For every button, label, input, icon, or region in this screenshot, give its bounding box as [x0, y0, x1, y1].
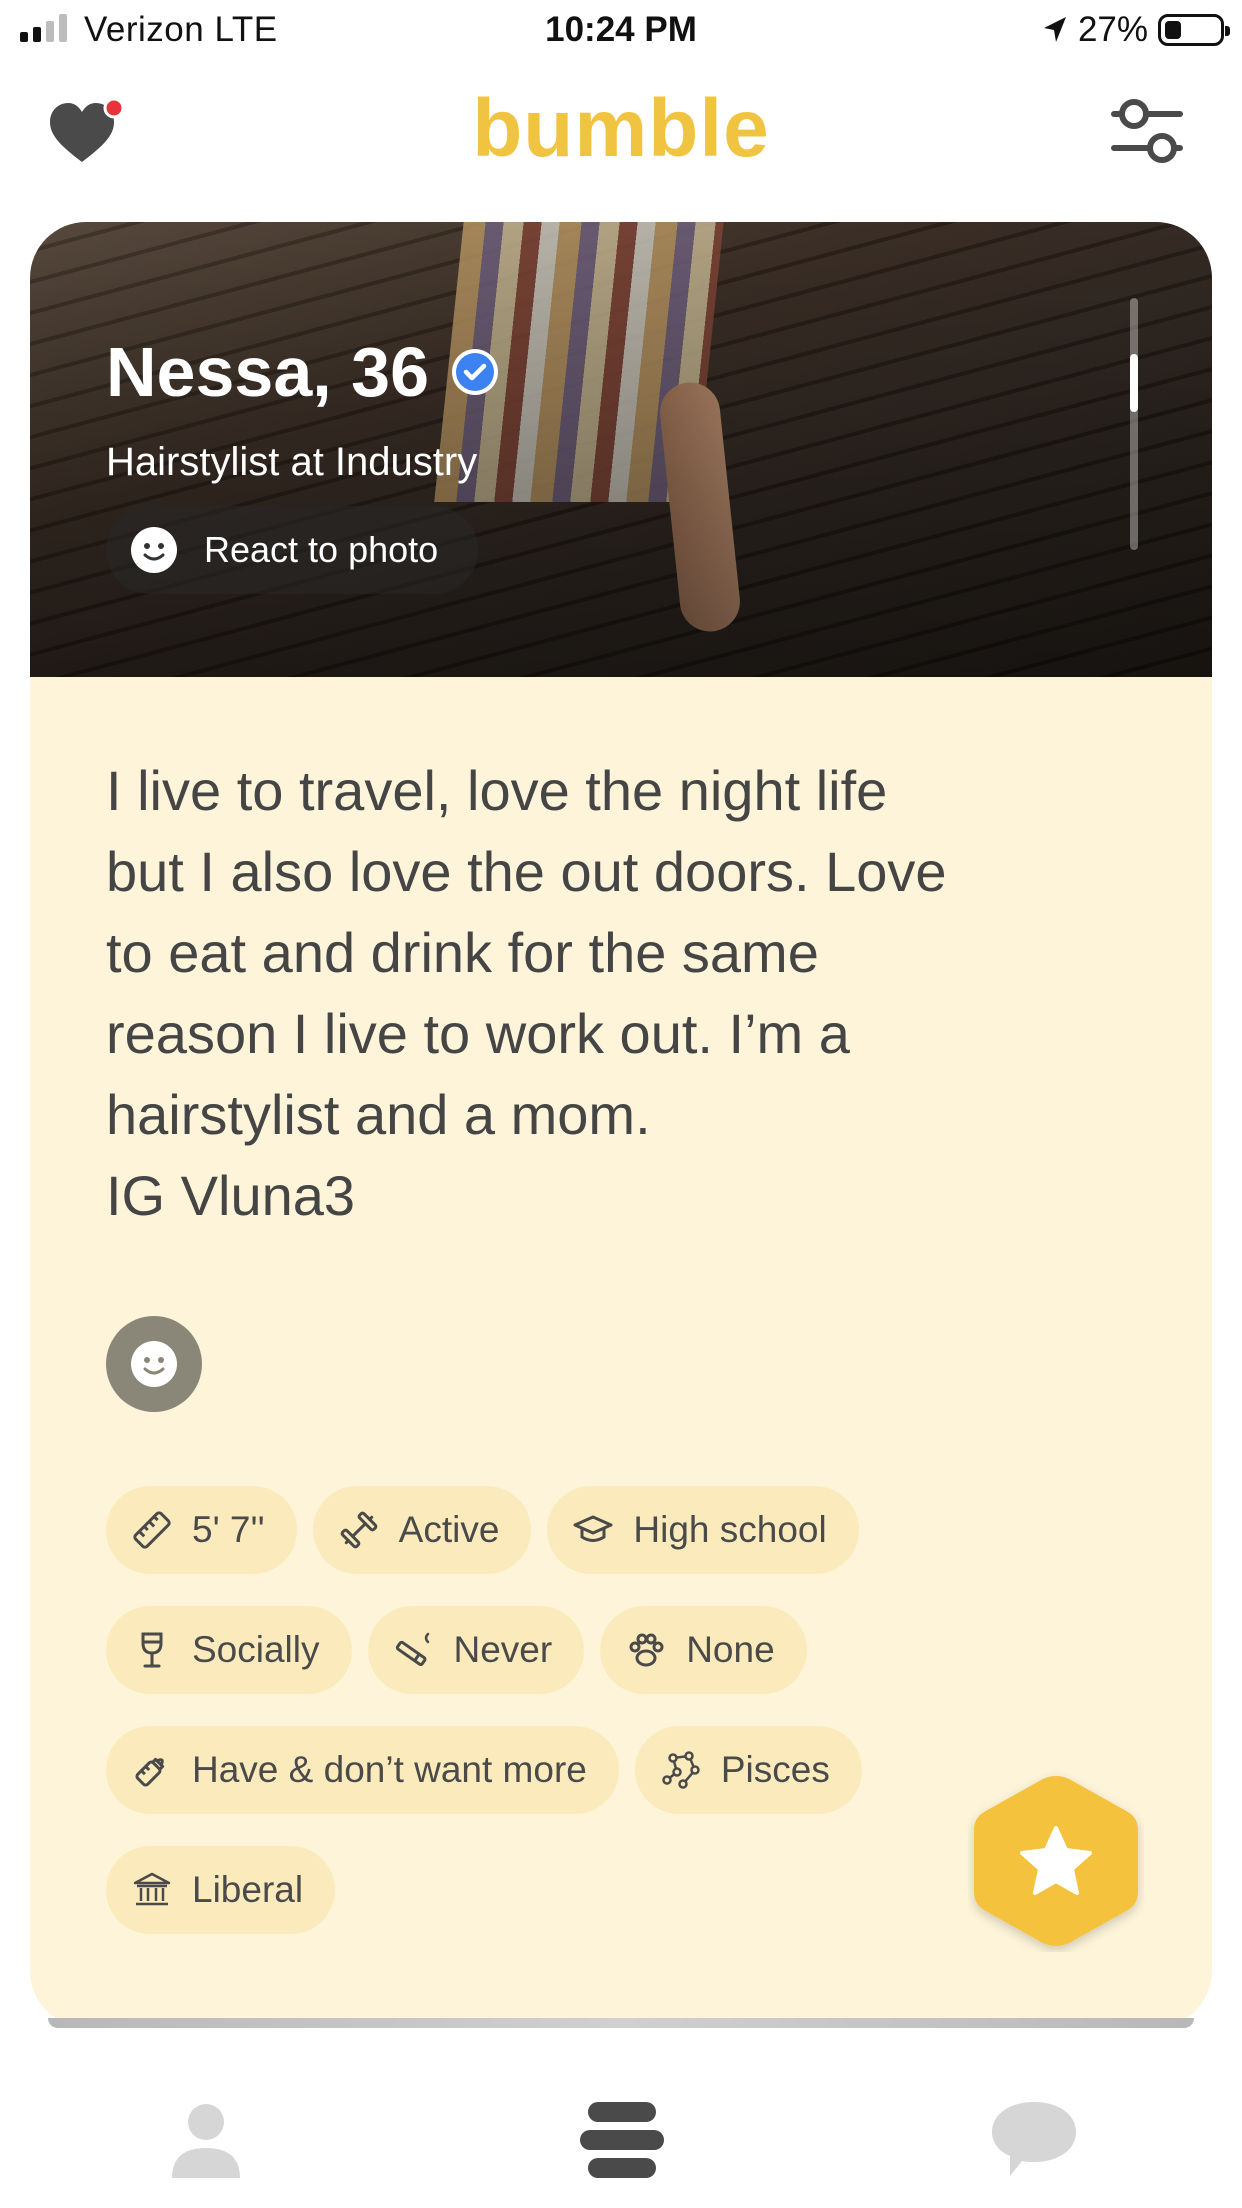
badge-drinking: Socially: [106, 1606, 352, 1694]
badge-exercise-label: Active: [398, 1509, 500, 1550]
badge-exercise: Active: [312, 1486, 532, 1574]
bottom-nav: [0, 2060, 1242, 2208]
next-card-edge: [48, 2018, 1194, 2028]
badge-education-label: High school: [633, 1509, 827, 1550]
smile-icon: [131, 527, 177, 573]
badge-smoking-label: Never: [453, 1629, 553, 1670]
photo-scroll-indicator: [1130, 298, 1138, 550]
badge-height-label: 5' 7'': [192, 1509, 265, 1550]
constellation-icon: [662, 1751, 700, 1789]
badge-politics: Liberal: [106, 1846, 336, 1934]
profile-icon[interactable]: [170, 2100, 242, 2180]
paw-icon: [629, 1633, 664, 1667]
swipe-stack-icon[interactable]: [578, 2100, 666, 2180]
badge-kids-label: Have & don’t want more: [192, 1749, 587, 1790]
brand-logo: bumble: [472, 83, 770, 174]
graduation-cap-icon: [573, 1515, 613, 1542]
profile-job: Hairstylist at Industry: [106, 440, 478, 484]
filter-settings-icon[interactable]: [1110, 92, 1184, 170]
wine-glass-icon: [141, 1632, 163, 1668]
battery-percent: 27%: [1077, 10, 1148, 49]
badge-height: 5' 7'': [106, 1486, 297, 1574]
ruler-icon: [133, 1511, 171, 1549]
badge-pets: None: [600, 1606, 807, 1694]
smile-icon: [131, 1341, 177, 1387]
badge-kids: Have & don’t want more: [106, 1726, 619, 1814]
superswipe-button[interactable]: [968, 1770, 1144, 1952]
app-header: bumble: [0, 70, 1242, 190]
profile-photo[interactable]: Nessa, 36 Hairstylist at Industry React …: [30, 222, 1212, 677]
government-building-icon: [133, 1872, 171, 1906]
verified-badge-icon: [452, 349, 499, 395]
badge-smoking: Never: [367, 1606, 585, 1694]
profile-name-age: Nessa, 36: [106, 333, 430, 411]
react-to-bio-button[interactable]: [106, 1316, 202, 1412]
badge-zodiac-label: Pisces: [720, 1749, 830, 1790]
badge-pets-label: None: [686, 1629, 775, 1670]
baby-bottle-icon: [135, 1757, 165, 1787]
profile-bio: I live to travel, love the night life bu…: [106, 759, 947, 1227]
status-bar: Verizon LTE 10:24 PM 27%: [0, 0, 1242, 64]
dumbbell-icon: [340, 1511, 377, 1549]
profile-card[interactable]: Nessa, 36 Hairstylist at Industry React …: [30, 222, 1212, 2027]
badge-politics-label: Liberal: [192, 1869, 304, 1910]
chat-icon[interactable]: [990, 2100, 1078, 2180]
location-arrow-icon: [1043, 17, 1066, 42]
react-to-photo-label: React to photo: [204, 529, 439, 570]
cigarette-icon: [395, 1632, 429, 1667]
badge-zodiac: Pisces: [634, 1726, 862, 1814]
badge-drinking-label: Socially: [192, 1629, 320, 1670]
badge-education: High school: [547, 1486, 859, 1574]
react-to-photo-button[interactable]: React to photo: [106, 506, 479, 594]
battery-icon: [1158, 14, 1230, 46]
